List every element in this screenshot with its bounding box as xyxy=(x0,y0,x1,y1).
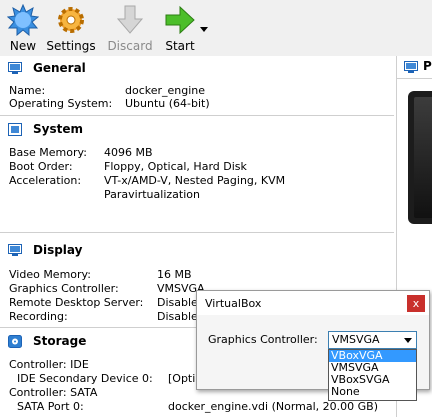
rec-value: Disable xyxy=(157,310,198,323)
settings-label: Settings xyxy=(46,39,96,53)
ide-dev-value: [Opti xyxy=(168,372,196,385)
storage-title: Storage xyxy=(33,334,87,348)
preview-monitor-icon xyxy=(404,61,418,73)
system-title: System xyxy=(33,122,83,136)
close-button[interactable]: x xyxy=(407,295,425,312)
accel-label: Acceleration: xyxy=(9,174,82,187)
graphics-controller-select[interactable]: VMSVGA xyxy=(328,331,417,349)
start-label: Start xyxy=(165,39,195,53)
gear-icon xyxy=(58,7,84,33)
storage-disk-icon xyxy=(8,335,22,348)
display-title: Display xyxy=(33,243,83,257)
memory-label: Base Memory: xyxy=(9,146,87,159)
system-boot-row: Boot Order: Floppy, Optical, Hard Disk xyxy=(9,160,399,173)
boot-value: Floppy, Optical, Hard Disk xyxy=(104,160,247,173)
preview-title: P xyxy=(423,59,432,73)
system-accel-row: Acceleration: VT-x/AMD-V, Nested Paging,… xyxy=(9,174,399,187)
name-value: docker_engine xyxy=(125,84,206,97)
new-icon xyxy=(7,4,39,36)
ctrl-ide-label: Controller: IDE xyxy=(9,358,89,371)
graphics-controller-options: VBoxVGA VMSVGA VBoxSVGA None xyxy=(328,349,417,401)
os-label: Operating System: xyxy=(9,97,113,110)
rds-value: Disable xyxy=(157,296,198,309)
storage-sata-row: SATA Port 0: docker_engine.vdi (Normal, … xyxy=(17,400,407,413)
discard-arrow-down-icon xyxy=(116,5,144,34)
dialog-titlebar[interactable]: VirtualBox x xyxy=(197,291,429,315)
settings-button[interactable]: Settings xyxy=(46,4,96,54)
chevron-down-icon[interactable] xyxy=(404,338,412,343)
video-value: 16 MB xyxy=(157,268,192,281)
gc-label: Graphics Controller: xyxy=(9,282,119,295)
divider xyxy=(0,115,394,116)
general-name-row: Name: docker_engine xyxy=(9,84,399,97)
discard-button[interactable]: Discard xyxy=(107,4,153,54)
divider xyxy=(397,78,432,79)
new-button[interactable]: New xyxy=(0,4,46,54)
boot-label: Boot Order: xyxy=(9,160,73,173)
start-dropdown-arrow-icon[interactable] xyxy=(199,25,209,33)
general-section-header[interactable]: General xyxy=(0,58,396,79)
memory-value: 4096 MB xyxy=(104,146,153,159)
name-label: Name: xyxy=(9,84,46,97)
sata-label: SATA Port 0: xyxy=(17,400,84,413)
system-accel-row-2: Paravirtualization xyxy=(9,188,399,201)
os-value: Ubuntu (64-bit) xyxy=(125,97,210,110)
system-section-header[interactable]: System xyxy=(0,119,396,140)
rds-label: Remote Desktop Server: xyxy=(9,296,144,309)
general-os-row: Operating System: Ubuntu (64-bit) xyxy=(9,97,399,110)
start-arrow-icon xyxy=(165,5,195,35)
chip-icon xyxy=(8,123,22,136)
accel-value: VT-x/AMD-V, Nested Paging, KVM xyxy=(104,174,286,187)
display-section-header[interactable]: Display xyxy=(0,240,396,261)
display-icon xyxy=(8,244,22,256)
option-none[interactable]: None xyxy=(329,386,416,398)
divider xyxy=(0,232,394,233)
virtualbox-dialog: VirtualBox x Graphics Controller: VMSVGA… xyxy=(196,290,430,401)
accel-value-2: Paravirtualization xyxy=(104,188,200,201)
close-icon: x xyxy=(412,297,420,310)
rec-label: Recording: xyxy=(9,310,68,323)
dialog-title: VirtualBox xyxy=(205,297,262,310)
general-title: General xyxy=(33,61,86,75)
monitor-icon xyxy=(8,62,22,74)
system-memory-row: Base Memory: 4096 MB xyxy=(9,146,399,159)
ide-dev-label: IDE Secondary Device 0: xyxy=(17,372,153,385)
graphics-controller-label: Graphics Controller: xyxy=(208,333,318,346)
toolbar: New Settings Discard Start xyxy=(0,0,432,56)
graphics-controller-value: VMSVGA xyxy=(332,333,380,346)
sata-value: docker_engine.vdi (Normal, 20.00 GB) xyxy=(168,400,379,413)
display-video-row: Video Memory: 16 MB xyxy=(9,268,399,281)
start-button[interactable]: Start xyxy=(157,4,203,54)
video-label: Video Memory: xyxy=(9,268,91,281)
preview-screen-inner xyxy=(414,97,432,218)
ctrl-sata-label: Controller: SATA xyxy=(9,386,98,399)
